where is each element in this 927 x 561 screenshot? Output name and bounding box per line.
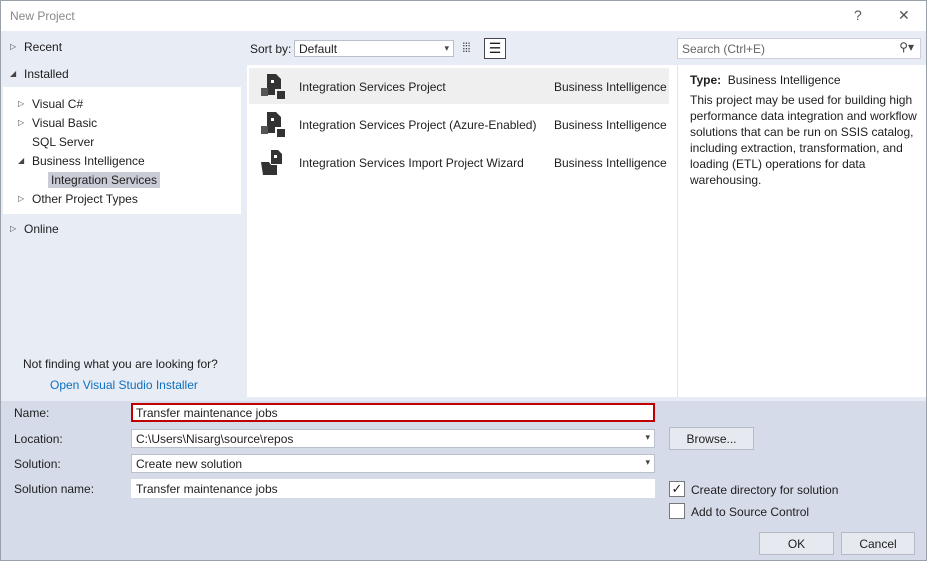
search-icon[interactable]: ⚲▾ <box>899 40 914 54</box>
solution-select[interactable]: Create new solution <box>131 454 655 473</box>
source-control-label[interactable]: Add to Source Control <box>691 505 809 519</box>
template-item[interactable]: Integration Services Import Project Wiza… <box>249 144 669 180</box>
not-finding-text: Not finding what you are looking for? <box>23 357 218 371</box>
name-input[interactable]: Transfer maintenance jobs <box>131 403 655 422</box>
tree-visual-csharp[interactable]: Visual C# <box>32 97 83 111</box>
new-project-dialog: New Project ? ✕ ▷ Recent ◢ Installed ▷ V… <box>0 0 927 561</box>
template-category: Business Intelligence <box>554 156 667 170</box>
type-value: Business Intelligence <box>727 73 841 87</box>
location-select[interactable]: C:\Users\Nisarg\source\repos <box>131 429 655 448</box>
type-label: Type: <box>690 73 722 87</box>
import-wizard-icon <box>261 150 282 175</box>
browse-button[interactable]: Browse... <box>669 427 754 450</box>
tree-business-intelligence[interactable]: Business Intelligence <box>32 154 145 168</box>
template-name: Integration Services Project <box>299 80 446 94</box>
tree-recent[interactable]: Recent <box>24 40 62 54</box>
solution-name-value: Transfer maintenance jobs <box>136 482 278 496</box>
solution-name-input[interactable]: Transfer maintenance jobs <box>131 479 655 498</box>
collapse-icon[interactable]: ◢ <box>18 156 24 165</box>
source-control-checkbox[interactable] <box>669 503 685 519</box>
create-directory-checkbox[interactable]: ✓ <box>669 481 685 497</box>
ssis-project-icon <box>261 74 285 99</box>
expand-icon[interactable]: ▷ <box>18 194 24 203</box>
expand-icon[interactable]: ▷ <box>10 224 16 233</box>
tree-visual-basic[interactable]: Visual Basic <box>32 116 97 130</box>
sort-value: Default <box>299 42 338 56</box>
template-category: Business Intelligence <box>554 80 667 94</box>
solution-label: Solution: <box>14 457 61 471</box>
template-name: Integration Services Project (Azure-Enab… <box>299 118 537 132</box>
location-label: Location: <box>14 432 63 446</box>
project-form: Name: Transfer maintenance jobs Location… <box>1 401 926 560</box>
location-value: C:\Users\Nisarg\source\repos <box>136 432 294 446</box>
help-button[interactable]: ? <box>854 7 862 23</box>
tree-integration-services[interactable]: Integration Services <box>48 172 161 188</box>
dialog-title: New Project <box>10 9 75 23</box>
template-item[interactable]: Integration Services Project Business In… <box>249 68 669 104</box>
title-bar: New Project ? ✕ <box>1 1 926 31</box>
template-description: This project may be used for building hi… <box>690 93 917 187</box>
solution-value: Create new solution <box>136 457 243 471</box>
template-name: Integration Services Import Project Wiza… <box>299 156 524 170</box>
template-item[interactable]: Integration Services Project (Azure-Enab… <box>249 106 669 142</box>
expand-icon[interactable]: ▷ <box>18 118 24 127</box>
expand-icon[interactable]: ▷ <box>18 99 24 108</box>
solution-name-label: Solution name: <box>14 482 95 496</box>
collapse-icon[interactable]: ◢ <box>10 69 16 78</box>
tree-sql-server[interactable]: SQL Server <box>32 135 94 149</box>
ssis-project-icon <box>261 112 285 137</box>
template-details: Type: Business Intelligence This project… <box>677 65 926 397</box>
template-category: Business Intelligence <box>554 118 667 132</box>
ok-button[interactable]: OK <box>759 532 834 555</box>
name-value: Transfer maintenance jobs <box>136 406 278 420</box>
template-list: Integration Services Project Business In… <box>247 65 677 397</box>
tree-online[interactable]: Online <box>24 222 59 236</box>
list-view-icon[interactable]: ☰ <box>484 38 506 59</box>
cancel-button[interactable]: Cancel <box>841 532 915 555</box>
tree-installed[interactable]: Installed <box>24 67 69 81</box>
create-directory-label[interactable]: Create directory for solution <box>691 483 838 497</box>
installed-tree: ▷ Visual C# ▷ Visual Basic SQL Server ◢ … <box>3 87 241 214</box>
sort-label: Sort by: <box>250 42 292 56</box>
installer-link[interactable]: Open Visual Studio Installer <box>50 378 198 392</box>
expand-icon[interactable]: ▷ <box>10 42 16 51</box>
search-placeholder: Search (Ctrl+E) <box>682 42 766 56</box>
grid-view-icon[interactable]: ⁞⁞⁞ <box>462 40 471 55</box>
name-label: Name: <box>14 406 50 420</box>
tree-other-project-types[interactable]: Other Project Types <box>32 192 138 206</box>
close-button[interactable]: ✕ <box>898 7 910 24</box>
sort-select[interactable]: Default <box>294 40 454 57</box>
search-input[interactable]: Search (Ctrl+E) ⚲▾ <box>677 38 921 59</box>
